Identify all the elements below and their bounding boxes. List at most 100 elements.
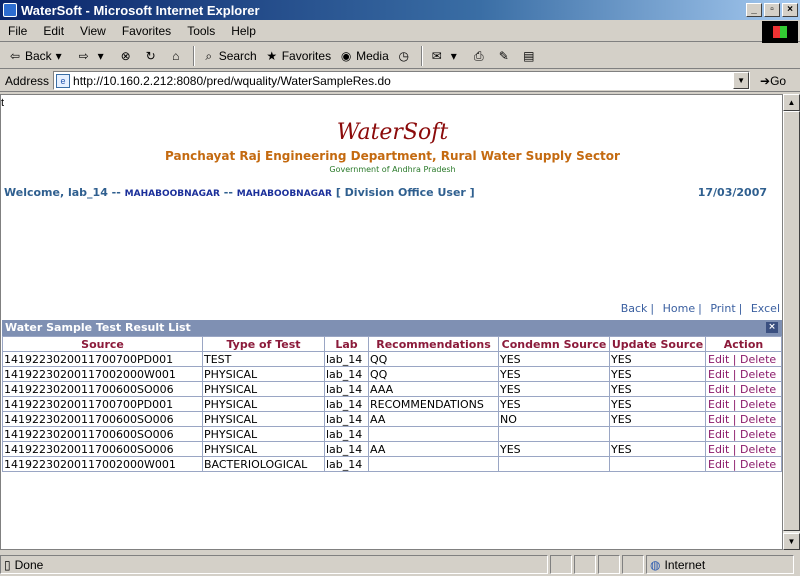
table-row: 1419223020011700600SO006 PHYSICAL lab_14 AA… xyxy=(2,441,782,457)
address-input[interactable]: e http://10.160.2.212:8080/pred/wquality… xyxy=(53,71,751,90)
back-dropdown-icon[interactable]: ▾ xyxy=(52,49,66,63)
status-pane xyxy=(598,555,620,574)
cell-condemn-source: YES xyxy=(498,441,610,457)
link-separator: | xyxy=(729,427,741,441)
menu-tools[interactable]: Tools xyxy=(179,24,223,38)
column-condemn-source: Condemn Source xyxy=(498,336,610,352)
list-header: Water Sample Test Result List × xyxy=(2,320,782,336)
address-dropdown-icon[interactable]: ▼ xyxy=(733,72,750,89)
edit-link[interactable]: Edit xyxy=(708,398,729,411)
menu-help[interactable]: Help xyxy=(223,24,264,38)
favorites-button[interactable]: ★ Favorites xyxy=(261,45,335,67)
print-button[interactable]: ⎙ xyxy=(468,45,493,67)
close-button[interactable]: × xyxy=(782,3,798,17)
delete-link[interactable]: Delete xyxy=(740,443,776,456)
cell-recommendations: AA xyxy=(368,441,499,457)
status-pane xyxy=(550,555,572,574)
stop-icon: ⊗ xyxy=(120,48,131,63)
close-icon[interactable]: × xyxy=(766,322,778,333)
cell-type-of-test: PHYSICAL xyxy=(202,366,325,382)
cell-lab: lab_14 xyxy=(324,411,369,427)
search-icon: ⌕ xyxy=(205,48,213,63)
address-bar: Address e http://10.160.2.212:8080/pred/… xyxy=(0,70,800,92)
menu-edit[interactable]: Edit xyxy=(35,24,72,38)
home-icon: ⌂ xyxy=(172,48,180,63)
edit-link[interactable]: Edit xyxy=(708,383,729,396)
excel-link[interactable]: Excel xyxy=(751,302,780,315)
cell-lab: lab_14 xyxy=(324,351,369,367)
edit-link[interactable]: Edit xyxy=(708,443,729,456)
address-url[interactable]: http://10.160.2.212:8080/pred/wquality/W… xyxy=(73,74,391,88)
window-title: WaterSoft - Microsoft Internet Explorer xyxy=(21,2,260,18)
scroll-down-icon[interactable]: ▼ xyxy=(783,533,800,550)
back-arrow-icon: ⇦ xyxy=(9,48,21,63)
edit-link[interactable]: Edit xyxy=(708,368,729,381)
forward-arrow-icon: ⇨ xyxy=(78,48,89,63)
table-body: 1419223020011700700PD001 TEST lab_14 QQ YES Y… xyxy=(2,351,782,472)
welcome-text: Welcome, lab_14 -- xyxy=(4,186,121,199)
cell-source: 1419223020011700600SO006 xyxy=(2,441,203,457)
cell-condemn-source: NO xyxy=(498,411,610,427)
government-subtitle: Government of Andhra Pradesh xyxy=(329,165,456,174)
delete-link[interactable]: Delete xyxy=(740,428,776,441)
menu-favorites[interactable]: Favorites xyxy=(114,24,179,38)
print-link[interactable]: Print xyxy=(710,302,735,315)
media-button[interactable]: ◉ Media xyxy=(335,45,393,67)
status-pane xyxy=(622,555,644,574)
brand-title: WaterSoft xyxy=(336,120,449,145)
forward-button[interactable]: ⇨ ▾ xyxy=(73,45,115,67)
edit-link[interactable]: Edit xyxy=(708,428,729,441)
go-button[interactable]: ➔ Go xyxy=(760,74,786,88)
back-button[interactable]: ⇦ Back ▾ xyxy=(4,45,73,67)
delete-link[interactable]: Delete xyxy=(740,383,776,396)
edit-link[interactable]: Edit xyxy=(708,413,729,426)
cell-type-of-test: PHYSICAL xyxy=(202,411,325,427)
status-main: ▯ Done xyxy=(0,555,548,574)
discuss-button[interactable]: ▤ xyxy=(518,45,543,67)
vertical-scrollbar[interactable]: ▲ ▼ xyxy=(783,94,800,550)
delete-link[interactable]: Delete xyxy=(740,368,776,381)
link-separator: | xyxy=(729,382,741,396)
status-text: Done xyxy=(14,557,44,572)
delete-link[interactable]: Delete xyxy=(740,398,776,411)
back-link[interactable]: Back xyxy=(621,302,648,315)
delete-link[interactable]: Delete xyxy=(740,413,776,426)
table-row: 1419223020011700600SO006 PHYSICAL lab_14 AA… xyxy=(2,381,782,397)
cell-update-source xyxy=(609,456,706,472)
scroll-up-icon[interactable]: ▲ xyxy=(783,94,800,111)
delete-link[interactable]: Delete xyxy=(740,458,776,471)
menu-view[interactable]: View xyxy=(72,24,114,38)
cell-recommendations xyxy=(368,426,499,442)
minimize-button[interactable]: _ xyxy=(746,3,762,17)
table-row: 1419223020011700600SO006 PHYSICAL lab_14 AA… xyxy=(2,411,782,427)
delete-link[interactable]: Delete xyxy=(740,353,776,366)
edit-link[interactable]: Edit xyxy=(708,353,729,366)
cell-update-source: YES xyxy=(609,396,706,412)
refresh-button[interactable]: ↻ xyxy=(140,45,165,67)
menu-file[interactable]: File xyxy=(0,24,35,38)
cell-recommendations: RECOMMENDATIONS xyxy=(368,396,499,412)
cell-update-source xyxy=(609,426,706,442)
home-link[interactable]: Home xyxy=(663,302,695,315)
edit-page-button[interactable]: ✎ xyxy=(493,45,518,67)
user-role: [ Division Office User ] xyxy=(335,186,475,199)
page-icon: e xyxy=(56,73,71,88)
mail-button[interactable]: ✉ ▾ xyxy=(426,45,468,67)
home-button[interactable]: ⌂ xyxy=(165,45,190,67)
results-table: Source Type of Test Lab Recommendations … xyxy=(2,336,782,472)
search-button[interactable]: ⌕ Search xyxy=(198,45,261,67)
cell-update-source: YES xyxy=(609,411,706,427)
forward-dropdown-icon[interactable]: ▾ xyxy=(94,49,108,63)
mail-dropdown-icon[interactable]: ▾ xyxy=(447,49,461,63)
stop-button[interactable]: ⊗ xyxy=(115,45,140,67)
column-type-of-test: Type of Test xyxy=(202,336,325,352)
link-separator: | xyxy=(729,367,741,381)
cell-action: Edit | Delete xyxy=(705,426,782,442)
maximize-button[interactable]: ▫ xyxy=(764,3,780,17)
link-separator: | xyxy=(729,457,741,471)
edit-link[interactable]: Edit xyxy=(708,458,729,471)
title-bar: WaterSoft - Microsoft Internet Explorer … xyxy=(0,0,800,20)
scroll-thumb[interactable] xyxy=(783,111,800,531)
history-button[interactable]: ◷ xyxy=(393,45,418,67)
table-row: 1419223020011700600SO006 PHYSICAL lab_14 Ed… xyxy=(2,426,782,442)
